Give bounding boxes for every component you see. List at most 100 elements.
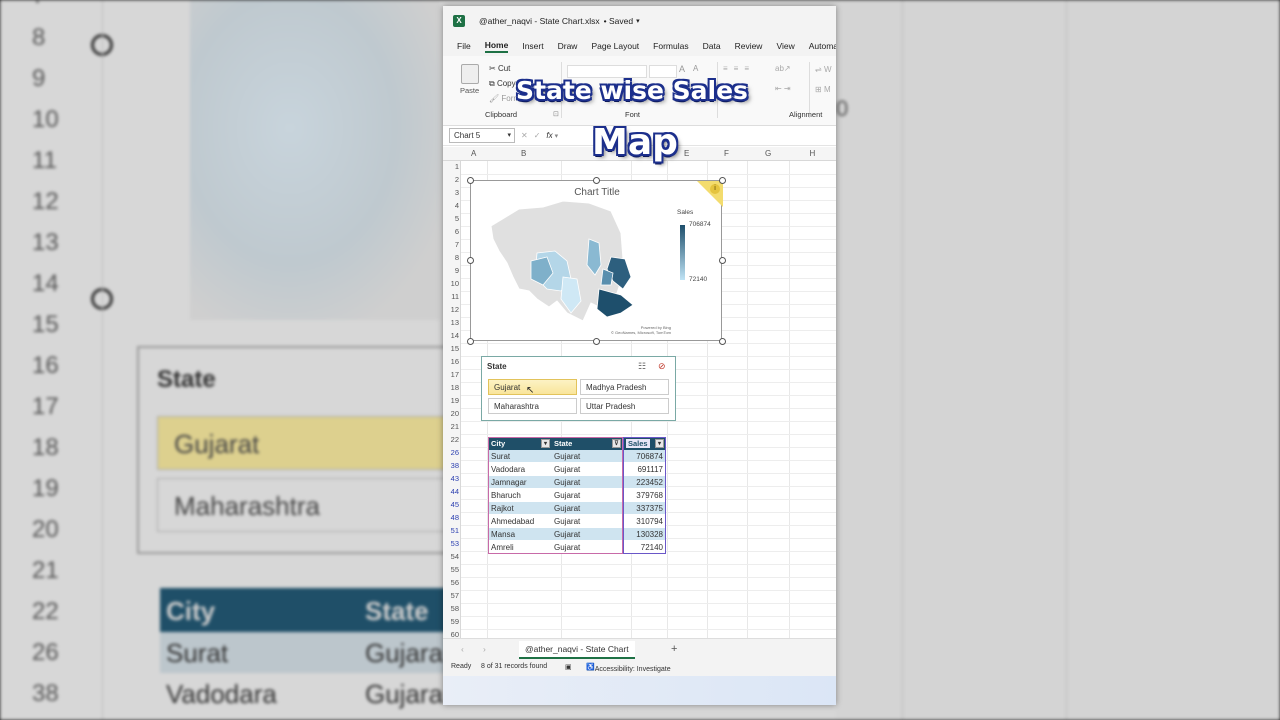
row-header[interactable]: 14: [443, 331, 459, 340]
menu-tab-draw[interactable]: Draw: [558, 41, 578, 51]
cell-city[interactable]: Bharuch: [491, 491, 521, 500]
accessibility-status[interactable]: ♿ Accessibility: Investigate: [586, 663, 671, 673]
merge-button[interactable]: ⊞ M: [815, 85, 831, 94]
cell-state[interactable]: Gujarat: [554, 543, 580, 552]
resize-handle[interactable]: [719, 177, 726, 184]
copy-button[interactable]: ⧉ Copy: [489, 79, 516, 89]
menu-tab-home[interactable]: Home: [484, 40, 509, 53]
resize-handle[interactable]: [719, 257, 726, 264]
cancel-icon[interactable]: ✕: [521, 131, 528, 140]
cell-sales[interactable]: 706874: [636, 452, 663, 461]
shrink-font-icon[interactable]: A: [693, 64, 698, 73]
table-row[interactable]: Jamnagar Gujarat 223452: [488, 476, 666, 489]
row-header[interactable]: 38: [443, 461, 459, 470]
cell-sales[interactable]: 337375: [636, 504, 663, 513]
column-header-g[interactable]: G: [765, 149, 771, 158]
cell-state[interactable]: Gujarat: [554, 530, 580, 539]
cell-sales[interactable]: 379768: [636, 491, 663, 500]
row-header[interactable]: 18: [443, 383, 459, 392]
state-slicer[interactable]: State ☷ ⊘ Gujarat Madhya Pradesh Maharas…: [481, 356, 676, 421]
table-row[interactable]: Bharuch Gujarat 379768: [488, 489, 666, 502]
row-header[interactable]: 11: [443, 292, 459, 301]
row-header[interactable]: 3: [443, 188, 459, 197]
slicer-item-maharashtra[interactable]: Maharashtra: [488, 398, 577, 414]
filter-dropdown-icon[interactable]: ▾: [655, 439, 664, 448]
row-header[interactable]: 12: [443, 305, 459, 314]
row-header[interactable]: 44: [443, 487, 459, 496]
sheet-tab[interactable]: @ather_naqvi - State Chart: [519, 641, 635, 659]
menu-tab-view[interactable]: View: [776, 41, 794, 51]
row-header[interactable]: 51: [443, 526, 459, 535]
cell-state[interactable]: Gujarat: [554, 491, 580, 500]
cell-state[interactable]: Gujarat: [554, 517, 580, 526]
indent-icon[interactable]: ⇤ ⇥: [775, 84, 791, 93]
table-row[interactable]: Amreli Gujarat 72140: [488, 541, 666, 554]
slicer-item-madhya-pradesh[interactable]: Madhya Pradesh: [580, 379, 669, 395]
row-header[interactable]: 15: [443, 344, 459, 353]
table-row[interactable]: Vadodara Gujarat 691117: [488, 463, 666, 476]
scroll-right-icon[interactable]: ›: [483, 644, 486, 654]
resize-handle[interactable]: [467, 257, 474, 264]
table-row[interactable]: Surat Gujarat 706874: [488, 450, 666, 463]
row-header[interactable]: 4: [443, 201, 459, 210]
save-status[interactable]: • Saved: [604, 16, 633, 26]
column-header-b[interactable]: B: [521, 149, 526, 158]
row-header[interactable]: 21: [443, 422, 459, 431]
column-header-a[interactable]: A: [471, 149, 476, 158]
row-header[interactable]: 48: [443, 513, 459, 522]
cell-state[interactable]: Gujarat: [554, 478, 580, 487]
cell-sales[interactable]: 310794: [636, 517, 663, 526]
chevron-down-icon[interactable]: ▾: [555, 132, 559, 140]
row-header[interactable]: 1: [443, 162, 459, 171]
row-header[interactable]: 6: [443, 227, 459, 236]
worksheet-grid[interactable]: ABCDEFGH 1 2 3 4 5 6 7 8 9 10 11 12 13 14 15 16 17 18 19 20…: [443, 147, 836, 647]
cell-state[interactable]: Gujarat: [554, 452, 580, 461]
dialog-launcher-icon[interactable]: ⊡: [553, 110, 559, 118]
name-box[interactable]: Chart 5 ▾: [449, 128, 515, 143]
row-header[interactable]: 17: [443, 370, 459, 379]
row-header[interactable]: 56: [443, 578, 459, 587]
cell-state[interactable]: Gujarat: [554, 465, 580, 474]
scroll-left-icon[interactable]: ‹: [461, 644, 464, 654]
row-header[interactable]: 2: [443, 175, 459, 184]
cell-city[interactable]: Surat: [491, 452, 510, 461]
cell-sales[interactable]: 691117: [637, 465, 663, 474]
slicer-item-uttar-pradesh[interactable]: Uttar Pradesh: [580, 398, 669, 414]
cell-sales[interactable]: 130328: [636, 530, 663, 539]
cell-city[interactable]: Jamnagar: [491, 478, 527, 487]
menu-tab-file[interactable]: File: [457, 41, 471, 51]
cell-city[interactable]: Vadodara: [491, 465, 525, 474]
resize-handle[interactable]: [467, 177, 474, 184]
row-header[interactable]: 13: [443, 318, 459, 327]
cell-city[interactable]: Mansa: [491, 530, 515, 539]
clear-filter-icon[interactable]: ⊘: [658, 361, 666, 372]
map-chart[interactable]: Chart Title Sales 706874 72140 Powered b…: [467, 177, 726, 345]
menu-tab-page-layout[interactable]: Page Layout: [591, 41, 639, 51]
grow-font-icon[interactable]: A: [679, 64, 685, 74]
row-header[interactable]: 16: [443, 357, 459, 366]
row-header[interactable]: 54: [443, 552, 459, 561]
row-header[interactable]: 19: [443, 396, 459, 405]
macro-icon[interactable]: ▣: [565, 663, 572, 671]
paste-icon[interactable]: [461, 64, 479, 84]
row-header[interactable]: 57: [443, 591, 459, 600]
table-row[interactable]: Mansa Gujarat 130328: [488, 528, 666, 541]
cell-state[interactable]: Gujarat: [554, 504, 580, 513]
row-header[interactable]: 55: [443, 565, 459, 574]
sales-table[interactable]: City ▾ State ⊽ Sales ▾ Surat Gujarat 70687…: [488, 437, 666, 554]
resize-handle[interactable]: [467, 338, 474, 345]
row-header[interactable]: 43: [443, 474, 459, 483]
row-header[interactable]: 58: [443, 604, 459, 613]
column-header-f[interactable]: F: [724, 149, 729, 158]
row-header[interactable]: 7: [443, 240, 459, 249]
menu-tab-data[interactable]: Data: [703, 41, 721, 51]
chevron-down-icon[interactable]: ▾: [636, 17, 640, 25]
cell-city[interactable]: Ahmedabad: [491, 517, 534, 526]
table-row[interactable]: Rajkot Gujarat 337375: [488, 502, 666, 515]
orientation-icon[interactable]: ab↗: [775, 64, 791, 73]
column-header-e[interactable]: E: [684, 149, 689, 158]
row-header[interactable]: 9: [443, 266, 459, 275]
fx-icon[interactable]: fx: [546, 131, 552, 140]
paste-button[interactable]: Paste: [460, 86, 479, 95]
row-header[interactable]: 10: [443, 279, 459, 288]
